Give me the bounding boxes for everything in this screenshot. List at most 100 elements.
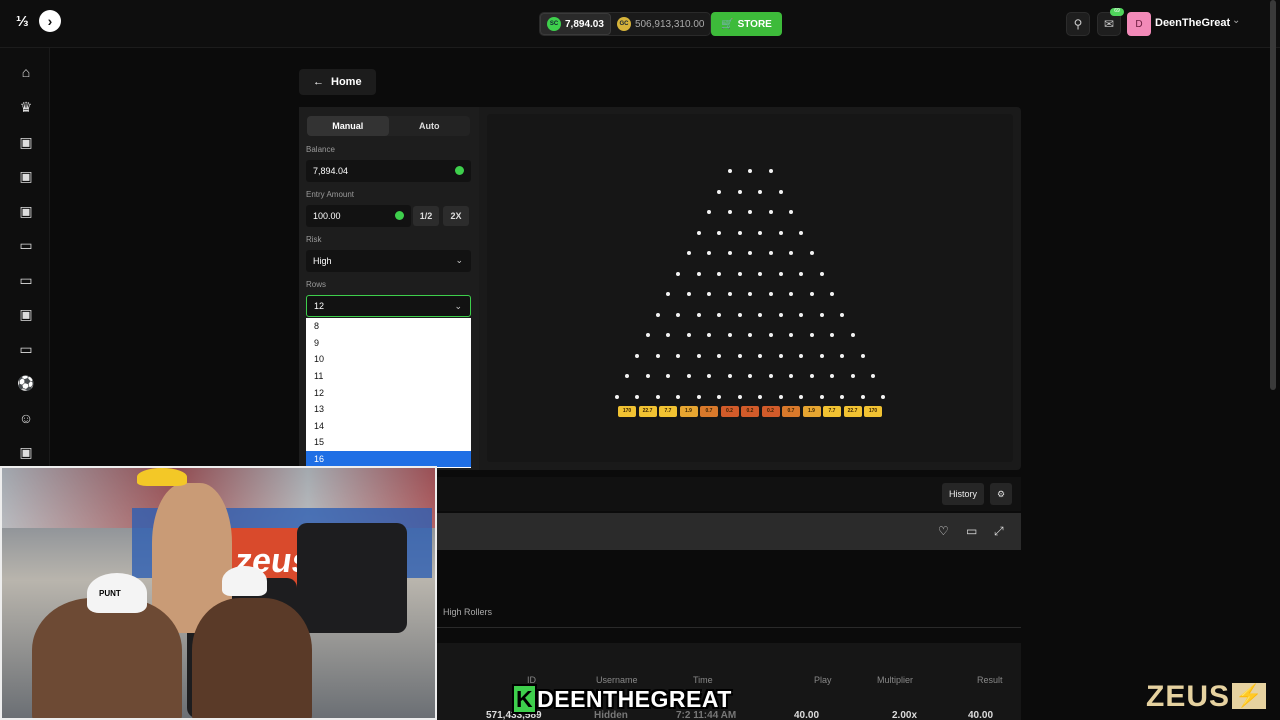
user-icon[interactable]: ☺ [17, 409, 35, 427]
gc-balance[interactable]: GC 506,913,310.00 [611, 13, 711, 35]
heart-icon[interactable]: ♡ [938, 524, 949, 538]
plinko-peg [727, 292, 732, 296]
plinko-peg [789, 251, 793, 255]
fullscreen-icon[interactable]: ⤢ [994, 524, 1004, 539]
stream-caption: K DEENTHEGREAT [512, 684, 764, 714]
plinko-peg [840, 312, 845, 317]
plinko-peg [830, 333, 834, 337]
mode-tabs: Manual Auto [307, 116, 470, 136]
gift-icon[interactable]: ▣ [17, 202, 35, 220]
plinko-peg [635, 394, 640, 399]
game-actions-bar [437, 513, 1021, 550]
tab-high-rollers[interactable]: High Rollers [443, 607, 492, 617]
plinko-board[interactable]: 170 22.7 7.7 1.9 0.7 0.2 0.2 0.2 0.7 1.9 7.7 22.7 17… [487, 114, 1013, 462]
search-button[interactable]: ⚲ [1066, 12, 1090, 36]
plinko-peg [789, 210, 793, 214]
username[interactable]: DeenTheGreat [1155, 17, 1230, 29]
rows-option[interactable]: 9 [306, 335, 471, 352]
sidebar-expand-button[interactable]: › [39, 10, 61, 32]
ticket-icon[interactable]: ▭ [17, 271, 35, 289]
rows-option[interactable]: 10 [306, 351, 471, 368]
ticket-icon[interactable]: ▭ [17, 340, 35, 358]
plinko-peg [676, 312, 681, 317]
plinko-peg [789, 333, 793, 337]
rows-select[interactable]: 12 ⌄ [306, 295, 471, 317]
chevron-down-icon: ⌄ [455, 255, 463, 265]
rows-option[interactable]: 13 [306, 401, 471, 418]
plinko-peg [635, 353, 640, 358]
punt-cap [222, 566, 267, 596]
plinko-peg [768, 333, 773, 337]
plinko-peg [830, 292, 834, 296]
plinko-peg [768, 169, 773, 173]
plinko-peg [758, 189, 763, 194]
gift-icon[interactable]: ▣ [17, 443, 35, 461]
home-icon[interactable]: ⌂ [17, 63, 35, 81]
plinko-peg [717, 271, 722, 276]
plinko-peg [881, 394, 886, 399]
double-button[interactable]: 2X [443, 206, 469, 226]
soccer-ball-icon[interactable]: ⚽ [17, 374, 35, 392]
plinko-peg [737, 353, 742, 358]
store-button[interactable]: 🛒 STORE [711, 12, 782, 36]
multiplier-slot: 170 [618, 405, 636, 417]
risk-select[interactable]: High ⌄ [306, 250, 471, 272]
plinko-peg [696, 353, 701, 358]
plinko-peg [758, 353, 763, 358]
person-seated-right [192, 598, 312, 718]
entry-amount-value: 100.00 [313, 211, 341, 221]
balance-switcher[interactable]: SC 7,894.03 GC 506,913,310.00 [539, 12, 712, 36]
avatar[interactable]: D [1127, 12, 1151, 36]
plinko-peg [871, 374, 875, 378]
plinko-peg [686, 374, 691, 378]
rows-option[interactable]: 8 [306, 318, 471, 335]
sc-balance[interactable]: SC 7,894.03 [540, 13, 611, 35]
rows-option[interactable]: 11 [306, 368, 471, 385]
rows-option[interactable]: 15 [306, 434, 471, 451]
rows-dropdown[interactable]: 8 9 10 11 12 13 14 15 16 [306, 318, 471, 468]
gift-icon[interactable]: ▣ [17, 167, 35, 185]
theater-mode-icon[interactable]: ▭ [966, 524, 977, 538]
row-multiplier: 2.00x [892, 710, 918, 720]
gift-icon[interactable]: ▣ [17, 305, 35, 323]
home-button[interactable]: ← Home [299, 69, 376, 95]
search-icon: ⚲ [1073, 17, 1083, 31]
crown-icon[interactable]: ♛ [17, 98, 35, 116]
rows-value: 12 [314, 301, 325, 311]
plinko-peg [809, 251, 814, 255]
plinko-peg [707, 292, 711, 296]
plinko-peg [799, 394, 804, 399]
cart-icon: 🛒 [721, 18, 734, 30]
plinko-peg [666, 374, 670, 378]
bolt-icon: ⚡ [1232, 683, 1267, 709]
entry-amount-input[interactable]: 100.00 [306, 205, 411, 227]
rows-option[interactable]: 14 [306, 418, 471, 435]
rows-option[interactable]: 12 [306, 384, 471, 401]
page-scrollbar[interactable] [1270, 0, 1276, 390]
tab-manual[interactable]: Manual [307, 116, 389, 136]
plinko-peg [727, 210, 732, 214]
person-seated-left [32, 598, 182, 718]
plinko-peg [655, 312, 660, 317]
multiplier-slot: 0.2 [720, 405, 739, 417]
gear-icon: ⚙ [996, 488, 1006, 499]
plinko-peg [727, 374, 732, 378]
risk-label: Risk [306, 235, 322, 244]
plinko-peg [666, 292, 670, 296]
plinko-peg [614, 394, 619, 399]
chevron-down-icon[interactable]: ⌄ [1232, 15, 1240, 26]
plinko-peg [707, 210, 711, 214]
sc-coin-icon [395, 211, 404, 220]
half-button[interactable]: 1/2 [413, 206, 439, 226]
tab-auto[interactable]: Auto [389, 116, 471, 136]
site-logo[interactable]: ⅓ [16, 13, 36, 33]
settings-button[interactable]: ⚙ [990, 483, 1012, 505]
ticket-icon[interactable]: ▭ [17, 236, 35, 254]
plinko-peg [778, 189, 783, 194]
rows-option-highlighted[interactable]: 16 [306, 450, 471, 468]
row-result: 40.00 [968, 710, 994, 720]
plinko-peg [696, 271, 701, 276]
plinko-peg [748, 210, 752, 214]
gift-icon[interactable]: ▣ [17, 133, 35, 151]
history-button[interactable]: History [942, 483, 984, 505]
